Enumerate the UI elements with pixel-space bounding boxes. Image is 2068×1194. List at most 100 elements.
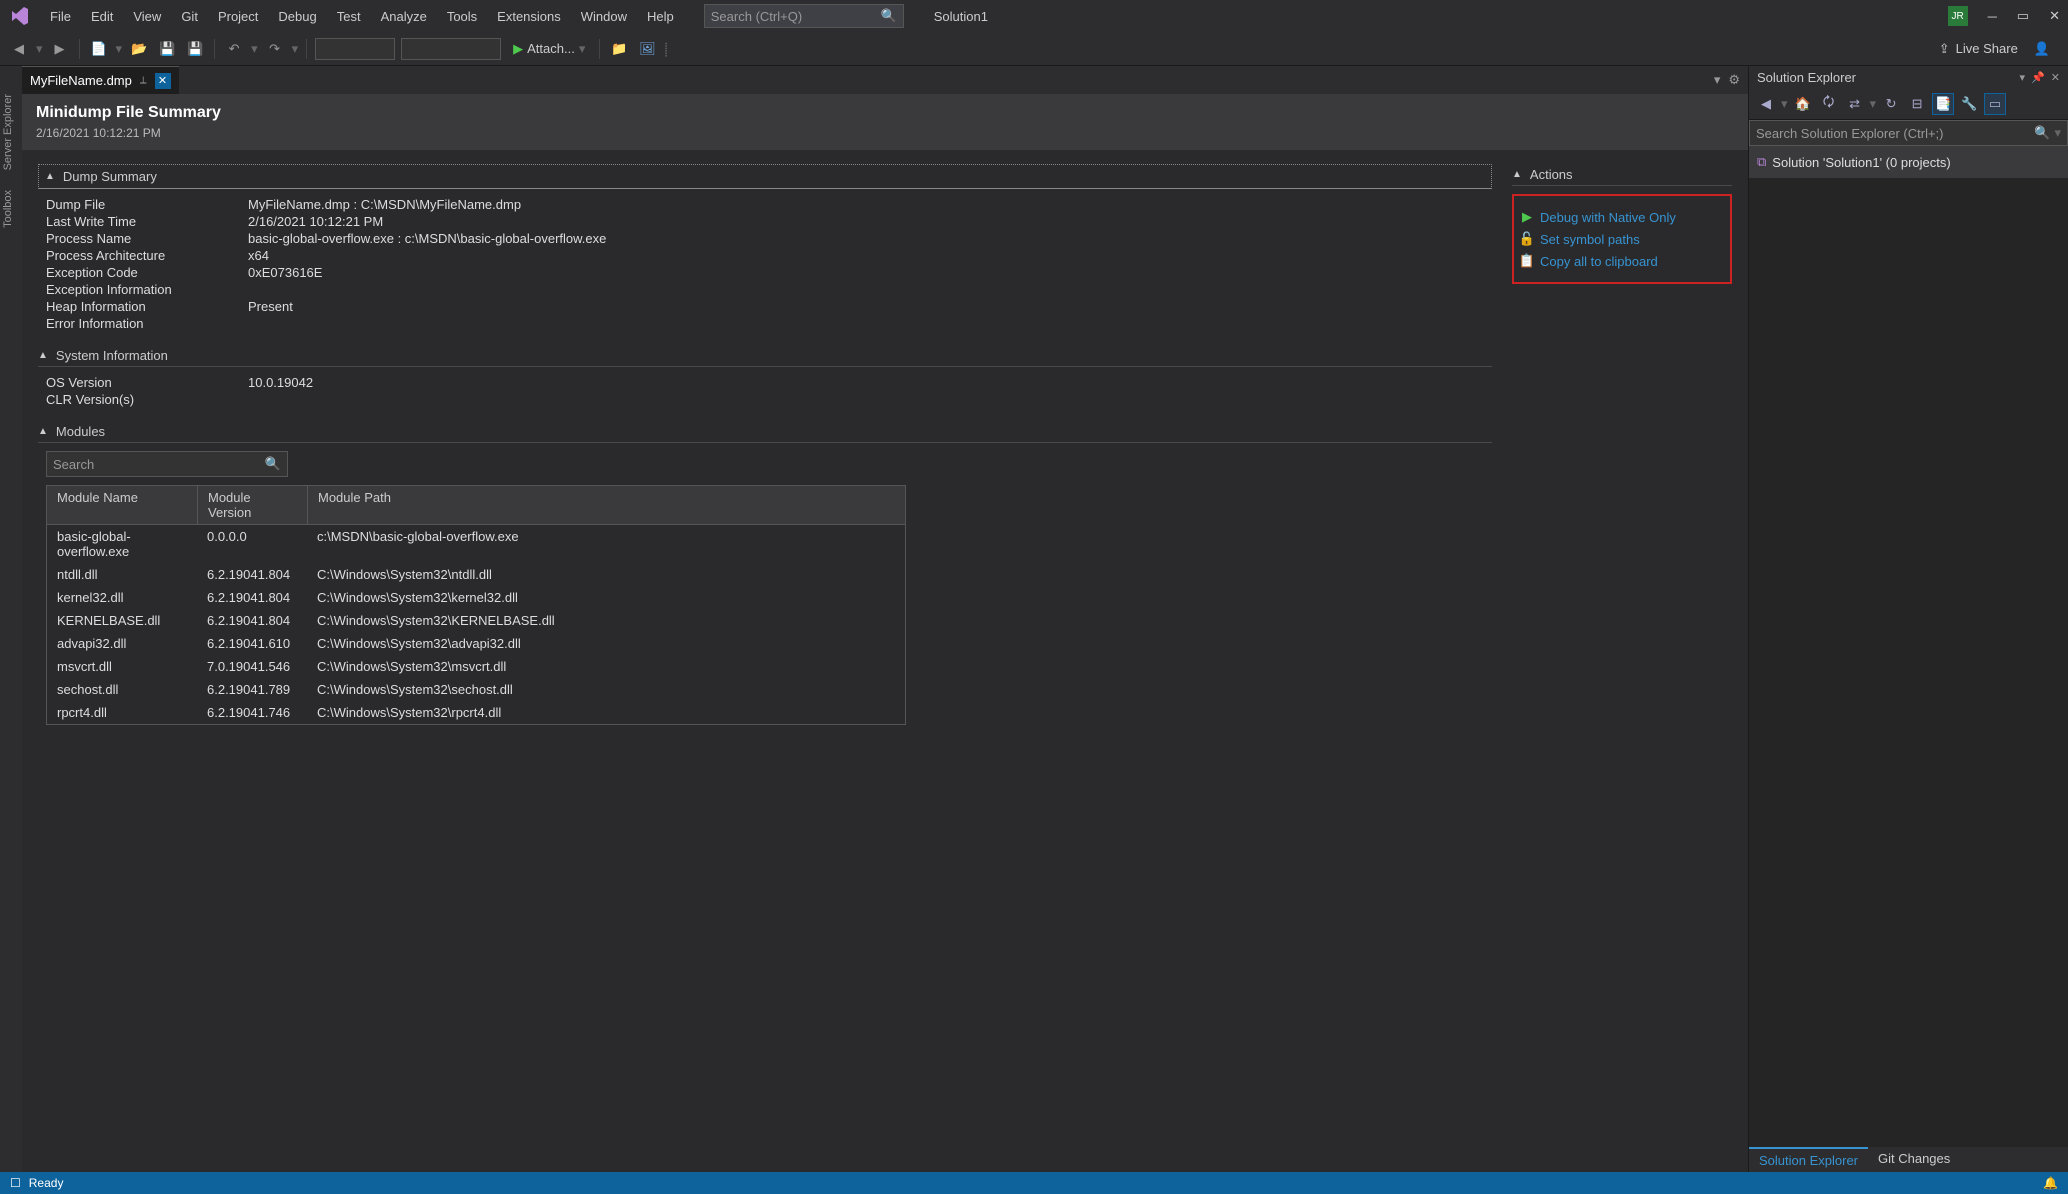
save-all-icon[interactable]: 💾 xyxy=(184,38,206,60)
actions-header[interactable]: ▲ Actions xyxy=(1512,164,1732,186)
maximize-button[interactable]: ▭ xyxy=(2017,8,2029,24)
nav-back-icon[interactable]: ◀ xyxy=(1755,93,1777,115)
config-combo[interactable] xyxy=(315,38,395,60)
menu-view[interactable]: View xyxy=(123,3,171,30)
play-icon: ▶ xyxy=(513,41,523,57)
kv-key: Heap Information xyxy=(38,299,248,314)
folder-icon: 🔓 xyxy=(1520,231,1534,247)
modules-header[interactable]: ▲ Modules xyxy=(38,421,1492,443)
search-icon: 🔍 xyxy=(2034,125,2050,141)
menu-help[interactable]: Help xyxy=(637,3,684,30)
module-row[interactable]: rpcrt4.dll6.2.19041.746C:\Windows\System… xyxy=(47,701,905,724)
sync-icon[interactable]: 🗘 xyxy=(1818,93,1840,115)
action-debug-with-native-only[interactable]: ▶Debug with Native Only xyxy=(1520,206,1724,228)
solution-tree: ⧉ Solution 'Solution1' (0 projects) xyxy=(1749,146,2068,178)
undo-icon[interactable]: ↶ xyxy=(223,38,245,60)
panel-tab-solution-explorer[interactable]: Solution Explorer xyxy=(1749,1147,1868,1172)
solution-explorer-search-placeholder: Search Solution Explorer (Ctrl+;) xyxy=(1756,126,1944,141)
module-name: rpcrt4.dll xyxy=(47,701,197,724)
home-icon[interactable]: 🏠 xyxy=(1792,93,1814,115)
dock-tab-server-explorer[interactable]: Server Explorer xyxy=(0,86,22,178)
solution-root-label: Solution 'Solution1' (0 projects) xyxy=(1772,155,1950,170)
dock-tab-toolbox[interactable]: Toolbox xyxy=(0,182,22,236)
module-row[interactable]: ntdll.dll6.2.19041.804C:\Windows\System3… xyxy=(47,563,905,586)
solution-explorer-search-input[interactable]: Search Solution Explorer (Ctrl+;) 🔍 ▾ xyxy=(1749,120,2068,146)
search-icon: 🔍 xyxy=(265,456,281,472)
tab-close-button[interactable]: ✕ xyxy=(155,73,171,89)
notifications-icon[interactable]: 🔔 xyxy=(2043,1176,2058,1190)
attach-label: Attach... xyxy=(527,41,575,56)
pin-icon[interactable]: ⟂ xyxy=(140,75,147,86)
module-row[interactable]: kernel32.dll6.2.19041.804C:\Windows\Syst… xyxy=(47,586,905,609)
tab-overflow-icon[interactable]: ▾ xyxy=(1714,72,1721,88)
platform-combo[interactable] xyxy=(401,38,501,60)
menu-debug[interactable]: Debug xyxy=(268,3,326,30)
module-row[interactable]: sechost.dll6.2.19041.789C:\Windows\Syste… xyxy=(47,678,905,701)
menu-project[interactable]: Project xyxy=(208,3,268,30)
tab-settings-icon[interactable]: ⚙ xyxy=(1728,72,1740,88)
dump-summary-header[interactable]: ▲ Dump Summary xyxy=(38,164,1492,189)
module-name: advapi32.dll xyxy=(47,632,197,655)
refresh-icon[interactable]: ↻ xyxy=(1880,93,1902,115)
menu-window[interactable]: Window xyxy=(571,3,637,30)
attach-button[interactable]: ▶ Attach... ▾ xyxy=(507,39,591,59)
properties-icon[interactable]: 🔧 xyxy=(1958,93,1980,115)
menu-tools[interactable]: Tools xyxy=(437,3,487,30)
module-version: 6.2.19041.610 xyxy=(197,632,307,655)
menu-git[interactable]: Git xyxy=(171,3,208,30)
dump-kv-row: Heap InformationPresent xyxy=(38,299,1492,314)
module-row[interactable]: advapi32.dll6.2.19041.610C:\Windows\Syst… xyxy=(47,632,905,655)
switch-view-icon[interactable]: ⇄ xyxy=(1844,93,1866,115)
action-set-symbol-paths[interactable]: 🔓Set symbol paths xyxy=(1520,228,1724,250)
module-path: C:\Windows\System32\sechost.dll xyxy=(307,678,905,701)
folder-browse-icon[interactable]: 📁 xyxy=(608,38,630,60)
kv-value: 10.0.19042 xyxy=(248,375,313,390)
user-avatar[interactable]: JR xyxy=(1948,6,1968,26)
menu-test[interactable]: Test xyxy=(327,3,371,30)
module-path: C:\Windows\System32\kernel32.dll xyxy=(307,586,905,609)
menu-edit[interactable]: Edit xyxy=(81,3,123,30)
panel-pin-icon[interactable]: 📌 xyxy=(2031,71,2045,84)
global-search-input[interactable]: Search (Ctrl+Q) 🔍 xyxy=(704,4,904,28)
document-tab[interactable]: MyFileName.dmp ⟂ ✕ xyxy=(22,66,179,94)
kv-value: MyFileName.dmp : C:\MSDN\MyFileName.dmp xyxy=(248,197,521,212)
redo-icon[interactable]: ↷ xyxy=(264,38,286,60)
show-all-files-icon[interactable]: 📑 xyxy=(1932,93,1954,115)
nav-forward-icon[interactable]: ▶ xyxy=(49,38,71,60)
module-row[interactable]: basic-global-overflow.exe0.0.0.0c:\MSDN\… xyxy=(47,525,905,563)
chevron-up-icon: ▲ xyxy=(38,426,48,437)
module-version: 6.2.19041.804 xyxy=(197,563,307,586)
minimize-button[interactable]: ─ xyxy=(1988,9,1997,24)
menu-extensions[interactable]: Extensions xyxy=(487,3,571,30)
menu-file[interactable]: File xyxy=(40,3,81,30)
module-name: msvcrt.dll xyxy=(47,655,197,678)
system-info-header[interactable]: ▲ System Information xyxy=(38,345,1492,367)
solution-root-item[interactable]: ⧉ Solution 'Solution1' (0 projects) xyxy=(1757,152,2060,172)
panel-dropdown-icon[interactable]: ▾ xyxy=(2020,71,2026,84)
panel-close-icon[interactable]: ✕ xyxy=(2051,71,2060,84)
screenshot-icon[interactable]: 🖼 xyxy=(636,38,658,60)
action-copy-all-to-clipboard[interactable]: 📋Copy all to clipboard xyxy=(1520,250,1724,272)
col-module-version[interactable]: Module Version xyxy=(197,486,307,524)
open-icon[interactable]: 📂 xyxy=(128,38,150,60)
close-button[interactable]: ✕ xyxy=(2049,8,2060,24)
module-version: 0.0.0.0 xyxy=(197,525,307,563)
module-row[interactable]: KERNELBASE.dll6.2.19041.804C:\Windows\Sy… xyxy=(47,609,905,632)
minidump-summary-document: Minidump File Summary 2/16/2021 10:12:21… xyxy=(22,94,1748,1172)
module-row[interactable]: msvcrt.dll7.0.19041.546C:\Windows\System… xyxy=(47,655,905,678)
modules-table: Module Name Module Version Module Path b… xyxy=(46,485,906,725)
title-bar: FileEditViewGitProjectDebugTestAnalyzeTo… xyxy=(0,0,2068,32)
live-share-button[interactable]: ⇪ Live Share 👤 xyxy=(1929,41,2060,57)
kv-key: Exception Information xyxy=(38,282,248,297)
save-icon[interactable]: 💾 xyxy=(156,38,178,60)
col-module-path[interactable]: Module Path xyxy=(307,486,905,524)
panel-tab-git-changes[interactable]: Git Changes xyxy=(1868,1147,1960,1172)
col-module-name[interactable]: Module Name xyxy=(47,486,197,524)
preview-icon[interactable]: ▭ xyxy=(1984,93,2006,115)
nav-back-icon[interactable]: ◀ xyxy=(8,38,30,60)
menu-analyze[interactable]: Analyze xyxy=(371,3,437,30)
modules-search-input[interactable]: Search 🔍 xyxy=(46,451,288,477)
new-item-icon[interactable]: 📄 xyxy=(88,38,110,60)
collapse-icon[interactable]: ⊟ xyxy=(1906,93,1928,115)
solution-title: Solution1 xyxy=(934,9,988,24)
